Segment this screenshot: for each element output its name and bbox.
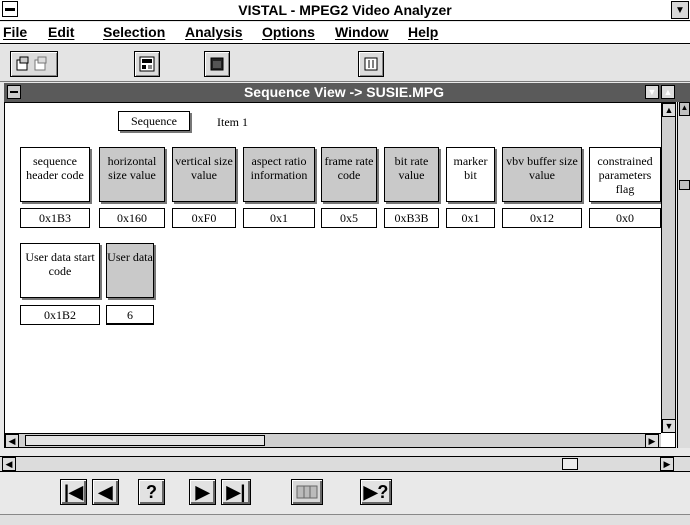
value-aspect-ratio-information: 0x1 [243,208,315,228]
value-user-data-start-code: 0x1B2 [20,305,100,325]
frames-icon [296,485,318,499]
app-titlebar: VISTAL - MPEG2 Video Analyzer ▼ [0,0,690,21]
menu-analysis[interactable]: Analysis [185,24,243,40]
field-bit-rate-value[interactable]: bit rate value [384,147,439,202]
view-vertical-scrollbar[interactable]: ▲ ▼ [661,103,676,433]
toolbar-grid-icon[interactable] [134,51,160,77]
value-sequence-header-code: 0x1B3 [20,208,90,228]
value-vertical-size-value: 0xF0 [172,208,236,228]
toolbar-list-icon[interactable] [358,51,384,77]
menu-options[interactable]: Options [262,24,315,40]
view-horizontal-scrollbar[interactable]: ◀ ▶ [5,433,661,448]
value-frame-rate-code: 0x5 [321,208,377,228]
menu-selection[interactable]: Selection [103,24,165,40]
field-vertical-size-value[interactable]: vertical size value [172,147,236,202]
main-scroll-left-icon[interactable]: ◀ [2,457,16,471]
next-button[interactable]: ▶ [189,479,216,505]
main-horizontal-scroll-thumb[interactable] [562,458,578,470]
status-bar [0,514,690,525]
value-user-data: 6 [106,305,154,325]
main-vertical-scrollbar[interactable]: ▲ [677,102,690,448]
main-scroll-right-icon[interactable]: ▶ [660,457,674,471]
field-frame-rate-code[interactable]: frame rate code [321,147,377,202]
main-scroll-up-icon[interactable]: ▲ [679,102,690,116]
toolbar-window-icon[interactable] [204,51,230,77]
child-minimize-icon[interactable]: ▼ [645,85,659,99]
value-constrained-parameters-flag: 0x0 [589,208,661,228]
query-button[interactable]: ▶? [360,479,392,505]
main-scroll-thumb[interactable] [679,180,690,190]
sequence-item: Item 1 [217,115,248,129]
frames-button[interactable] [291,479,323,505]
first-button[interactable]: |◀ [60,479,87,505]
menu-edit[interactable]: Edit [48,24,74,40]
value-vbv-buffer-size-value: 0x12 [502,208,582,228]
menu-file[interactable]: File [3,24,27,40]
scroll-left-icon[interactable]: ◀ [5,434,19,448]
field-aspect-ratio-information[interactable]: aspect ratio information [243,147,315,202]
scroll-right-icon[interactable]: ▶ [645,434,659,448]
value-bit-rate-value: 0xB3B [384,208,439,228]
field-user-data-start-code[interactable]: User data start code [20,243,100,298]
main-horizontal-scrollbar[interactable]: ◀ ▶ [0,456,690,472]
field-sequence-header-code[interactable]: sequence header code [20,147,90,202]
toolbar-open-icon[interactable] [10,51,58,77]
value-horizontal-size-value: 0x160 [99,208,165,228]
sequence-label: Sequence [118,111,190,131]
menu-help[interactable]: Help [408,24,438,40]
last-button[interactable]: ▶| [221,479,251,505]
field-horizontal-size-value[interactable]: horizontal size value [99,147,165,202]
child-maximize-icon[interactable]: ▲ [661,85,675,99]
horizontal-scroll-thumb[interactable] [25,435,265,446]
sequence-view: Sequence Item 1 sequence header code hor… [4,102,676,448]
menu-bar: File Edit Selection Analysis Options Win… [0,22,690,44]
scroll-down-icon[interactable]: ▼ [662,419,676,433]
field-marker-bit[interactable]: marker bit [446,147,495,202]
help-button[interactable]: ? [138,479,165,505]
toolbar [0,45,690,82]
value-marker-bit: 0x1 [446,208,495,228]
app-title: VISTAL - MPEG2 Video Analyzer [238,2,452,18]
field-vbv-buffer-size-value[interactable]: vbv buffer size value [502,147,582,202]
field-user-data[interactable]: User data [106,243,154,298]
child-window-title: Sequence View -> SUSIE.MPG [243,84,445,100]
scroll-up-icon[interactable]: ▲ [662,103,676,117]
child-window-titlebar: Sequence View -> SUSIE.MPG ▼ ▲ [4,83,690,102]
menu-window[interactable]: Window [335,24,389,40]
prev-button[interactable]: ◀ [92,479,119,505]
field-constrained-parameters-flag[interactable]: constrained parameters flag [589,147,661,202]
restore-icon[interactable]: ▼ [671,1,689,19]
